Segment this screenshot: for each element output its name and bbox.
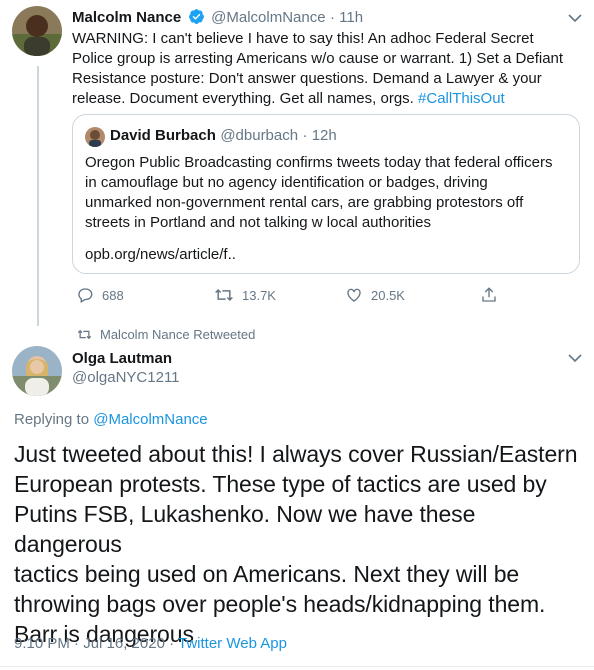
replying-to: Replying to @MalcolmNance [14, 411, 208, 428]
thread-line [37, 66, 39, 326]
quote-text-line: streets in Portland and not talking w lo… [85, 214, 432, 231]
tweet-text-line: Just tweeted about this! I always cover … [14, 441, 578, 467]
like-button[interactable]: 20.5K [345, 286, 405, 304]
avatar-malcolm-nance[interactable] [12, 6, 62, 56]
tweet-text-line: throwing bags over people's heads/kidnap… [14, 591, 546, 617]
avatar-david-burbach [85, 127, 105, 147]
replying-to-label: Replying to [14, 411, 90, 428]
author-handle[interactable]: @olgaNYC1211 [72, 369, 180, 386]
tweet-timestamp[interactable]: 9:10 PM · Jul 16, 2020 · [14, 635, 174, 652]
retweet-icon [215, 288, 233, 302]
tweet-time[interactable]: · 11h [330, 9, 363, 26]
quote-body: Oregon Public Broadcasting confirms twee… [85, 153, 575, 233]
divider [0, 666, 594, 667]
author-name[interactable]: Malcolm Nance [72, 9, 181, 26]
retweet-button[interactable]: 13.7K [214, 286, 276, 304]
quote-text-line: in camouflage but no agency identificati… [85, 174, 488, 191]
reply-button[interactable]: 688 [76, 286, 124, 304]
retweet-icon [77, 329, 92, 340]
retweet-context-label[interactable]: Malcolm Nance Retweeted [100, 327, 255, 342]
reply-icon [78, 288, 93, 303]
tweet-text-line: Resistance posture: Don't answer questio… [72, 70, 542, 87]
tweet-text-line: release. Document everything. Get all na… [72, 90, 505, 107]
quote-header: David Burbach @dburbach · 12h [110, 127, 337, 145]
like-icon [347, 288, 361, 302]
tweet2-header: Olga Lautman @olgaNYC1211 [72, 350, 180, 386]
quote-author-name: David Burbach [110, 127, 216, 144]
quote-time: · 12h [302, 127, 337, 144]
tweet-meta: 9:10 PM · Jul 16, 2020 · Twitter Web App [14, 635, 287, 652]
tweet-source[interactable]: Twitter Web App [178, 635, 287, 652]
quote-text-line: Oregon Public Broadcasting confirms twee… [85, 154, 553, 171]
quoted-tweet-card[interactable]: David Burbach @dburbach · 12h Oregon Pub… [72, 114, 580, 274]
quote-text-line: unmarked non-government rental cars, are… [85, 194, 524, 211]
quote-link[interactable]: opb.org/news/article/f.. [85, 245, 236, 265]
tweet-text-line: WARNING: I can't believe I have to say t… [72, 30, 534, 47]
author-name[interactable]: Olga Lautman [72, 350, 180, 367]
share-icon [482, 287, 496, 302]
tweet1-body: WARNING: I can't believe I have to say t… [72, 29, 587, 109]
avatar-olga-lautman[interactable] [12, 346, 62, 396]
chevron-down-icon[interactable] [568, 13, 582, 23]
tweet2-body: Just tweeted about this! I always cover … [14, 439, 589, 649]
chevron-down-icon[interactable] [568, 353, 582, 363]
tweet-text-line: European protests. These type of tactics… [14, 471, 547, 497]
tweet-text-line: Putins FSB, Lukashenko. Now we have thes… [14, 501, 476, 557]
reply-count: 688 [102, 287, 124, 303]
replying-to-handle[interactable]: @MalcolmNance [93, 411, 207, 428]
hashtag-link[interactable]: #CallThisOut [418, 90, 505, 107]
tweet-text-line: tactics being used on Americans. Next th… [14, 561, 520, 587]
like-count: 20.5K [371, 287, 405, 303]
retweet-count: 13.7K [242, 287, 276, 303]
author-handle[interactable]: @MalcolmNance [211, 9, 325, 26]
quote-author-handle: @dburbach [220, 127, 299, 144]
retweet-context: Malcolm Nance Retweeted [77, 327, 255, 342]
share-button[interactable] [480, 286, 498, 304]
tweet-text-line: Police group is arresting Americans w/o … [72, 50, 564, 67]
tweet1-header: Malcolm Nance @MalcolmNance · 11h [72, 8, 363, 30]
verified-icon [188, 8, 205, 30]
